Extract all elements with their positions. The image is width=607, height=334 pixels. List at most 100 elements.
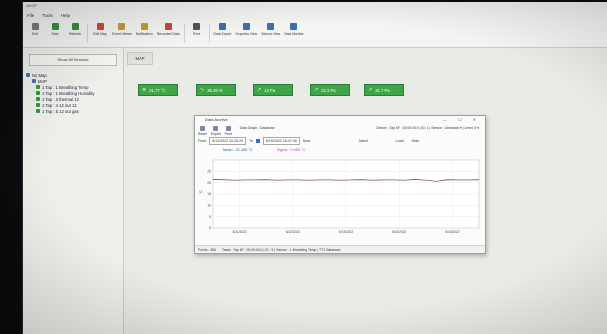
max-label: Max/I xyxy=(359,139,368,143)
toolbar-icon xyxy=(267,23,275,30)
data-point xyxy=(276,179,278,181)
data-point xyxy=(223,179,224,180)
device-sensor-selector[interactable]: Device : Tap 6F : 00:00:00:0 | ID: 1 | S… xyxy=(376,126,479,130)
data-point xyxy=(287,179,288,181)
toolbar-icon xyxy=(96,23,104,30)
load-button[interactable]: Load xyxy=(396,139,404,143)
reset-icon xyxy=(199,126,205,131)
menu-help[interactable]: Help xyxy=(61,13,70,18)
sensor-tile[interactable]: ↗ 22.3 Pa xyxy=(310,84,350,96)
menu-bar: File Tools Help xyxy=(23,10,607,20)
data-point xyxy=(478,179,480,180)
data-point xyxy=(297,179,299,181)
map-icon xyxy=(32,79,36,83)
toolbar-button-11[interactable]: Data Monitor xyxy=(282,20,305,47)
tree-node-label: 1 Tap : 1 Breathing Temp xyxy=(42,84,89,90)
print-button[interactable]: Print xyxy=(225,126,232,136)
toolbar-button-label: Recorded Data xyxy=(156,32,180,36)
toolbar-button-2[interactable]: Refresh xyxy=(65,20,85,47)
show-all-sensors-button[interactable]: Show All Sensors xyxy=(29,54,117,66)
menu-file[interactable]: File xyxy=(27,13,34,18)
pressure-icon: ↗ xyxy=(257,87,262,93)
toolbar-button-6[interactable]: Recorded Data xyxy=(155,20,182,47)
tree-node-label: 1 Tap : 5 12 out gas xyxy=(42,108,79,114)
y-tick-label: 5 xyxy=(209,215,211,219)
archive-toolbar: Reset Export Print Data Graph : Database… xyxy=(195,123,485,136)
data-point xyxy=(329,179,331,181)
toolbar-button-8[interactable]: Data Export xyxy=(212,20,234,47)
data-point xyxy=(244,179,246,181)
sensor-tile[interactable]: ∿ 36.46 % xyxy=(196,84,236,96)
toolbar-button-10[interactable]: Sensor View xyxy=(259,20,282,47)
sensor-status-icon xyxy=(36,109,40,113)
data-point xyxy=(255,179,256,181)
data-point xyxy=(265,179,267,180)
toolbar-button-4[interactable]: Event Viewer xyxy=(110,20,134,47)
toolbar-button-label: Start xyxy=(51,32,59,36)
data-graph-selector[interactable]: Data Graph : Database xyxy=(240,126,275,130)
now-button[interactable]: Now xyxy=(303,139,310,143)
toolbar-icon xyxy=(290,23,298,30)
data-point xyxy=(308,179,310,181)
reset-button[interactable]: Reset xyxy=(198,126,207,136)
menu-tools[interactable]: Tools xyxy=(42,13,53,18)
toolbar-button-label: Graphics View xyxy=(235,32,258,36)
sensor-tile[interactable]: ≋ 21.77 °C xyxy=(138,84,178,96)
sensor-status-icon xyxy=(36,97,40,101)
tab-map[interactable]: MAP xyxy=(127,52,153,65)
archive-titlebar: Data Archive — ☐ ✕ xyxy=(195,116,485,123)
sensor-tile[interactable]: ↗ 14 Pa xyxy=(253,84,293,96)
toolbar-button-7[interactable]: Print xyxy=(187,20,207,47)
data-point xyxy=(212,179,214,180)
data-point xyxy=(404,179,405,181)
tree-node-label: 1 Tap : 1 Breathing Humidity xyxy=(42,90,95,96)
calendar-icon[interactable] xyxy=(255,139,260,143)
data-point xyxy=(425,179,427,181)
main-toolbar: Exit Start Refresh Edit Map Event Viewer Noti… xyxy=(23,20,607,48)
toolbar-button-0[interactable]: Exit xyxy=(25,20,45,47)
toolbar-icon xyxy=(193,23,201,30)
from-date-input[interactable]: 6/11/2022 20:26:20 xyxy=(209,137,247,145)
to-date-input[interactable]: 6/15/2022 16:47:06 xyxy=(262,137,300,145)
sensor-value: 14 Pa xyxy=(264,87,276,93)
toolbar-button-9[interactable]: Graphics View xyxy=(233,20,259,47)
toolbar-icon xyxy=(51,23,59,30)
status-detail: Tasks : Tap 6F : 00:00:00:0 | ID : 5 | S… xyxy=(221,248,341,252)
data-point xyxy=(372,179,373,181)
export-button[interactable]: Export xyxy=(211,126,221,136)
archive-title: Data Archive xyxy=(205,117,228,122)
y-tick-label: 20 xyxy=(207,181,211,185)
toolbar-button-label: Edit Map xyxy=(93,32,107,36)
toolbar-icon xyxy=(218,23,226,30)
sensor-value: 21.77 °C xyxy=(149,87,166,93)
data-archive-window: Data Archive — ☐ ✕ Reset Export Print Da… xyxy=(194,115,486,254)
window-title: AKCP xyxy=(26,3,37,8)
y-tick-label: 10 xyxy=(207,204,211,208)
sensor-tree: No Map MAP 1 Tap : 1 Breathing Temp 1 Tap :… xyxy=(23,72,123,114)
humidity-icon: ∿ xyxy=(200,87,205,93)
archive-window-controls[interactable]: — ☐ ✕ xyxy=(443,116,481,123)
toolbar-icon xyxy=(242,23,250,30)
toolbar-button-3[interactable]: Edit Map xyxy=(90,20,110,47)
sensor-status-icon xyxy=(36,103,40,107)
toolbar-button-label: Notification xyxy=(135,32,153,36)
archive-chart[interactable]: 25 20 15 10 5 0 °C 6/11/2022 6/12/2022 6/13/2022 6… xyxy=(197,156,481,242)
tree-node[interactable]: 1 Tap : 5 12 out gas xyxy=(26,108,123,114)
tree-node-label: 1 Tap : 3 thermal 12 xyxy=(42,96,79,102)
toolbar-button-1[interactable]: Start xyxy=(45,20,65,47)
sensor-tile[interactable]: ↗ 31.7 Pa xyxy=(364,84,404,96)
sensor-tree-panel: Show All Sensors No Map MAP 1 Tap : 1 Brea… xyxy=(23,48,124,334)
points-count: Points : 386 xyxy=(198,248,216,252)
sensor-tiles: ≋ 21.77 °C ∿ 36.46 % ↗ 14 Pa ↗ 22.3 Pa ↗ 31.7 Pa xyxy=(138,84,438,104)
from-label: From xyxy=(198,139,207,143)
data-point xyxy=(414,179,416,180)
y-tick-label: 15 xyxy=(207,192,211,196)
sensor-value: 31.7 Pa xyxy=(375,87,390,93)
toolbar-icon xyxy=(71,23,79,30)
toolbar-button-5[interactable]: Notification xyxy=(134,20,155,47)
y-tick-label: 25 xyxy=(207,170,211,174)
toolbar-separator xyxy=(208,24,210,43)
x-tick-label: 6/11/2022 xyxy=(233,230,247,234)
hide-button[interactable]: Hide xyxy=(412,139,419,143)
data-point xyxy=(319,179,320,181)
